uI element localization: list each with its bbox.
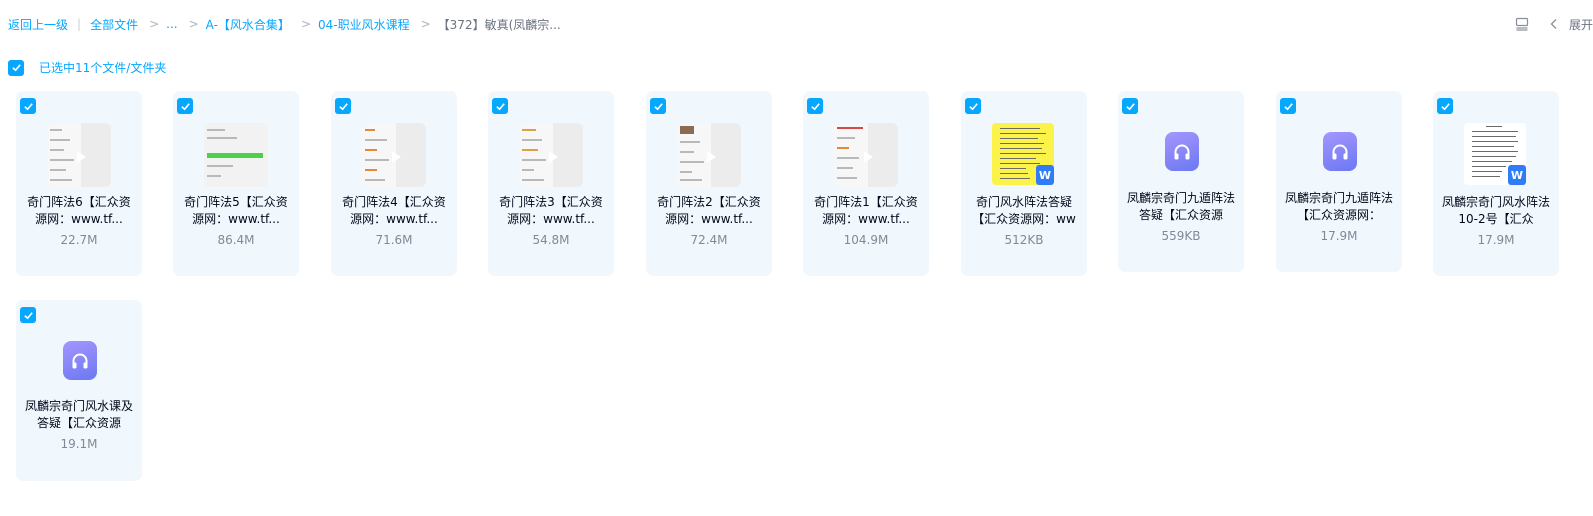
- select-all-checkbox[interactable]: [8, 59, 24, 76]
- file-size: 559KB: [1161, 229, 1201, 243]
- file-size: 17.9M: [1320, 229, 1358, 243]
- selection-count: 已选中11个文件/文件夹: [39, 61, 167, 75]
- file-card[interactable]: 凤麟宗奇门九遁阵法【汇众资源网： 17.9M: [1276, 91, 1402, 272]
- file-size: 512KB: [1004, 233, 1044, 247]
- expand-button[interactable]: 展开: [1569, 16, 1593, 33]
- select-all-row: 已选中11个文件/文件夹: [8, 59, 166, 76]
- word-doc-icon: W: [1508, 165, 1526, 185]
- file-name: 奇门阵法3【汇众资源网：www.tf...: [499, 195, 603, 226]
- file-name: 凤麟宗奇门九遁阵法【汇众资源网：: [1284, 191, 1393, 222]
- video-thumbnail: [677, 123, 741, 187]
- play-icon: [549, 151, 558, 163]
- breadcrumb-all-files[interactable]: 全部文件: [90, 16, 138, 33]
- play-icon: [392, 151, 401, 163]
- file-card[interactable]: W 奇门风水阵法答疑【汇众资源网：ww 512KB: [961, 91, 1087, 276]
- file-checkbox[interactable]: [965, 98, 981, 114]
- file-checkbox[interactable]: [807, 98, 823, 114]
- play-icon: [864, 151, 873, 163]
- checkmark-icon: [1440, 102, 1450, 110]
- file-card[interactable]: 奇门阵法4【汇众资源网：www.tf... 71.6M: [331, 91, 457, 276]
- breadcrumb-separator: >: [149, 17, 160, 31]
- checkmark-icon: [1283, 102, 1293, 110]
- checkmark-icon: [495, 102, 505, 110]
- file-card[interactable]: 奇门阵法1【汇众资源网：www.tf... 104.9M: [803, 91, 929, 276]
- file-checkbox[interactable]: [20, 98, 36, 114]
- file-name: 奇门风水阵法答疑【汇众资源网：ww: [972, 195, 1076, 226]
- play-icon: [77, 151, 86, 163]
- file-card[interactable]: 凤麟宗奇门风水课及答疑【汇众资源 19.1M: [16, 300, 142, 481]
- file-checkbox[interactable]: [1437, 98, 1453, 114]
- toolbar-right: 展开: [1515, 14, 1593, 34]
- file-checkbox[interactable]: [177, 98, 193, 114]
- checkmark-icon: [11, 64, 21, 72]
- video-thumbnail: [362, 123, 426, 187]
- breadcrumb-separator: >: [188, 17, 199, 31]
- checkmark-icon: [653, 102, 663, 110]
- divider: |: [77, 17, 82, 31]
- checkmark-icon: [180, 102, 190, 110]
- file-checkbox[interactable]: [650, 98, 666, 114]
- file-size: 104.9M: [843, 233, 889, 247]
- file-browser: 返回上一级 | 全部文件 > ... > A-【风水合集】 > 04-职业风水课…: [0, 0, 1593, 516]
- video-thumbnail: [204, 123, 268, 187]
- chevron-left-icon[interactable]: [1549, 18, 1559, 30]
- file-checkbox[interactable]: [335, 98, 351, 114]
- file-name: 奇门阵法6【汇众资源网：www.tf...: [27, 195, 131, 226]
- headphones-icon: [1323, 132, 1357, 171]
- file-name: 奇门阵法4【汇众资源网：www.tf...: [342, 195, 446, 226]
- file-size: 86.4M: [217, 233, 255, 247]
- breadcrumb-ellipsis[interactable]: ...: [166, 17, 177, 31]
- file-name: 奇门阵法1【汇众资源网：www.tf...: [814, 195, 918, 226]
- file-size: 17.9M: [1477, 233, 1515, 247]
- breadcrumb-current: 【372】敏真(凤麟宗...: [437, 17, 561, 32]
- document-thumbnail: W: [1464, 123, 1528, 187]
- file-checkbox[interactable]: [1122, 98, 1138, 114]
- file-checkbox[interactable]: [492, 98, 508, 114]
- audio-thumbnail: [1308, 132, 1370, 180]
- video-thumbnail: [47, 123, 111, 187]
- video-thumbnail: [519, 123, 583, 187]
- checkmark-icon: [810, 102, 820, 110]
- file-name: 凤麟宗奇门风水阵法10-2号【汇众: [1441, 195, 1550, 226]
- breadcrumb-separator: >: [300, 17, 311, 31]
- file-card[interactable]: W 凤麟宗奇门风水阵法10-2号【汇众 17.9M: [1433, 91, 1559, 276]
- file-name: 奇门阵法5【汇众资源网：www.tf...: [184, 195, 288, 226]
- checkmark-icon: [968, 102, 978, 110]
- play-icon: [707, 151, 716, 163]
- file-card[interactable]: 奇门阵法2【汇众资源网：www.tf... 72.4M: [646, 91, 772, 276]
- file-card[interactable]: 奇门阵法3【汇众资源网：www.tf... 54.8M: [488, 91, 614, 276]
- file-name: 凤麟宗奇门风水课及答疑【汇众资源: [24, 399, 133, 430]
- file-grid: 奇门阵法6【汇众资源网：www.tf... 22.7M 奇门阵法5【汇众资源网：…: [16, 91, 1593, 491]
- file-checkbox[interactable]: [1280, 98, 1296, 114]
- file-size: 71.6M: [375, 233, 413, 247]
- file-size: 22.7M: [60, 233, 98, 247]
- breadcrumb: 返回上一级 | 全部文件 > ... > A-【风水合集】 > 04-职业风水课…: [8, 14, 561, 34]
- headphones-icon: [63, 341, 97, 380]
- breadcrumb-separator: >: [420, 17, 431, 31]
- back-link[interactable]: 返回上一级: [8, 16, 68, 33]
- audio-thumbnail: [48, 341, 110, 389]
- headphones-icon: [1165, 132, 1199, 171]
- checkmark-icon: [23, 102, 33, 110]
- word-doc-icon: W: [1036, 165, 1054, 185]
- audio-thumbnail: [1150, 132, 1212, 180]
- checkmark-icon: [338, 102, 348, 110]
- file-size: 19.1M: [60, 437, 98, 451]
- document-thumbnail: W: [992, 123, 1056, 187]
- file-size: 54.8M: [532, 233, 570, 247]
- file-card[interactable]: 奇门阵法6【汇众资源网：www.tf... 22.7M: [16, 91, 142, 276]
- breadcrumb-folder-course[interactable]: 04-职业风水课程: [318, 16, 410, 33]
- checkmark-icon: [1125, 102, 1135, 110]
- file-card[interactable]: 奇门阵法5【汇众资源网：www.tf... 86.4M: [173, 91, 299, 276]
- file-checkbox[interactable]: [20, 307, 36, 323]
- checkmark-icon: [23, 311, 33, 319]
- file-name: 奇门阵法2【汇众资源网：www.tf...: [657, 195, 761, 226]
- breadcrumb-folder-fengshui[interactable]: A-【风水合集】: [206, 16, 290, 33]
- file-card[interactable]: 凤麟宗奇门九遁阵法答疑【汇众资源 559KB: [1118, 91, 1244, 272]
- list-view-icon[interactable]: [1515, 17, 1529, 31]
- video-thumbnail: [834, 123, 898, 187]
- file-size: 72.4M: [690, 233, 728, 247]
- file-name: 凤麟宗奇门九遁阵法答疑【汇众资源: [1126, 191, 1235, 222]
